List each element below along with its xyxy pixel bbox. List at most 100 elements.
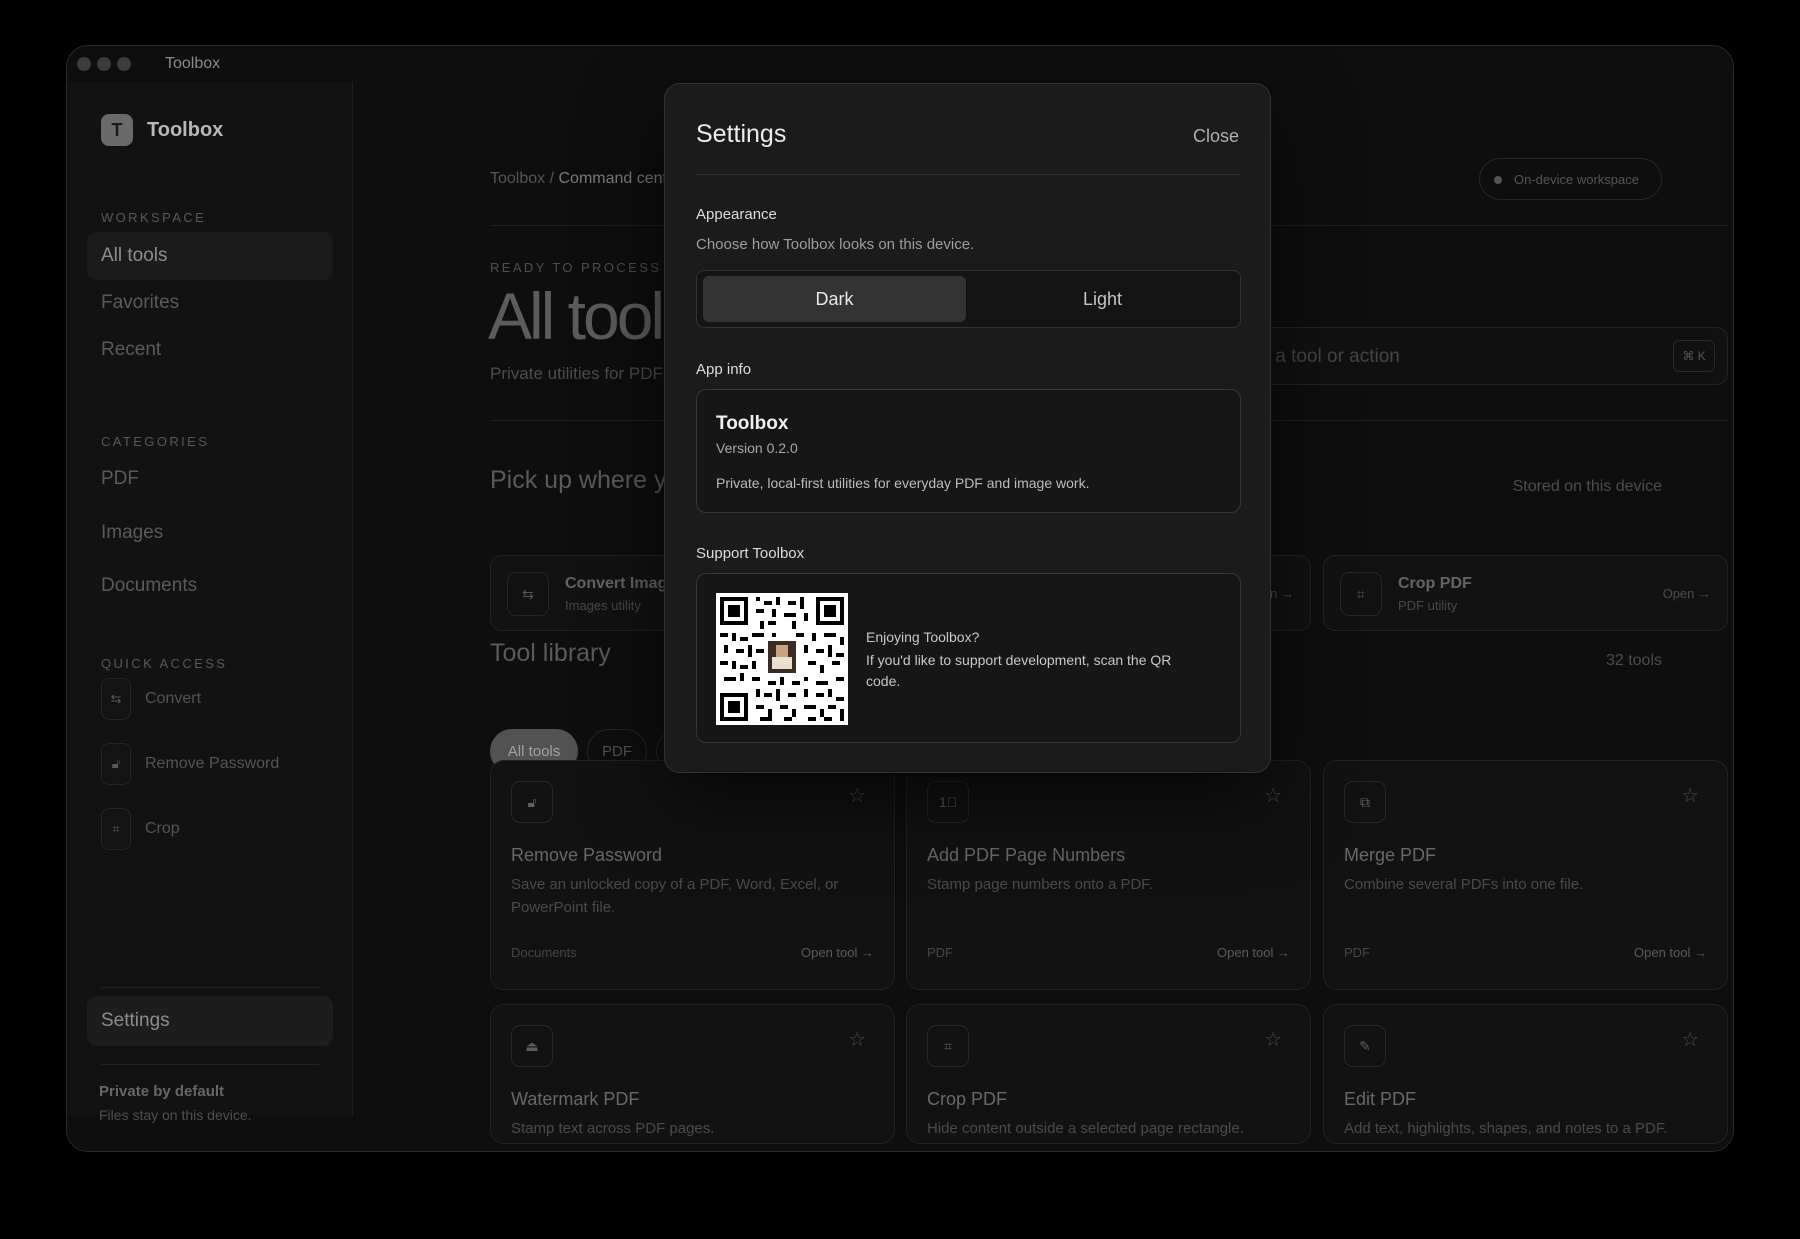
convert-icon: ⇆: [101, 678, 131, 720]
tool-card-merge-pdf[interactable]: ⧉ ☆ Merge PDF Combine several PDFs into …: [1323, 760, 1728, 990]
tool-card-watermark-pdf[interactable]: ⏏ ☆ Watermark PDF Stamp text across PDF …: [490, 1004, 895, 1144]
page-title: All tools: [488, 279, 695, 353]
minimize-window-button[interactable]: [97, 57, 111, 71]
tool-card-crop-pdf[interactable]: ⌗ ☆ Crop PDF Hide content outside a sele…: [906, 1004, 1311, 1144]
library-section-title: Tool library: [490, 639, 611, 667]
sidebar-item-images[interactable]: Images: [87, 509, 333, 557]
close-button[interactable]: Close: [1193, 126, 1239, 147]
privacy-title: Private by default: [99, 1083, 225, 1100]
window-title: Toolbox: [165, 55, 221, 72]
sidebar-item-documents[interactable]: Documents: [87, 562, 333, 610]
tool-card-description: Stamp text across PDF pages.: [511, 1120, 715, 1137]
crop-icon: ⌗: [101, 808, 131, 850]
appearance-label: Appearance: [696, 206, 777, 223]
convert-icon: ⇆: [507, 572, 549, 616]
quick-item-remove-password[interactable]: 🔓︎ Remove Password: [101, 743, 279, 785]
theme-option-dark[interactable]: Dark: [703, 276, 966, 322]
workspace-pill-label: On-device workspace: [1514, 171, 1639, 187]
recent-card-crop-pdf[interactable]: ⌗ Crop PDF PDF utility Open →: [1323, 555, 1728, 631]
tool-card-edit-pdf[interactable]: ✎ ☆ Edit PDF Add text, highlights, shape…: [1323, 1004, 1728, 1144]
quick-item-crop[interactable]: ⌗ Crop: [101, 808, 180, 850]
breadcrumb-current: Command cent: [558, 170, 668, 187]
recent-card-subtitle: Images utility: [565, 598, 641, 613]
close-window-button[interactable]: [77, 57, 91, 71]
theme-option-light[interactable]: Light: [971, 276, 1234, 322]
brand-logo: T: [101, 114, 133, 146]
app-name: Toolbox: [716, 413, 789, 434]
tool-card-open-link[interactable]: Open tool →: [1634, 945, 1707, 960]
recent-card-title: Convert Imag: [565, 575, 668, 592]
support-card: Enjoying Toolbox? If you'd like to suppo…: [696, 573, 1241, 743]
recent-card-open-link[interactable]: n →: [1270, 586, 1294, 601]
tool-card-title: Merge PDF: [1344, 845, 1437, 865]
recent-section-title: Pick up where y: [490, 466, 667, 494]
appearance-subtitle: Choose how Toolbox looks on this device.: [696, 236, 975, 253]
app-version: Version 0.2.0: [716, 440, 798, 456]
breadcrumb: Toolbox / Command cent: [490, 170, 667, 188]
favorite-star-icon[interactable]: ☆: [848, 783, 866, 808]
app-window: Toolbox T Toolbox WORKSPACE All tools Fa…: [66, 45, 1734, 1152]
favorite-star-icon[interactable]: ☆: [1264, 783, 1282, 808]
theme-segmented-control: Dark Light: [696, 270, 1241, 328]
breadcrumb-separator: /: [545, 170, 559, 187]
tool-card-title: Remove Password: [511, 845, 663, 865]
app-info-card: Toolbox Version 0.2.0 Private, local-fir…: [696, 389, 1241, 513]
tool-card-description: Stamp page numbers onto a PDF.: [927, 876, 1153, 893]
tool-card-title: Crop PDF: [927, 1089, 1008, 1109]
favorite-star-icon[interactable]: ☆: [848, 1027, 866, 1052]
recent-card-open-link[interactable]: Open →: [1663, 586, 1711, 601]
status-dot-icon: [1494, 176, 1502, 184]
modal-divider: [696, 174, 1241, 175]
recent-card-subtitle: PDF utility: [1398, 598, 1458, 613]
app-info-label: App info: [696, 361, 752, 378]
support-title: Enjoying Toolbox?: [866, 629, 980, 645]
workspace-section-label: WORKSPACE: [101, 210, 207, 225]
app-description: Private, local-first utilities for every…: [716, 475, 1090, 491]
sidebar-divider: [101, 987, 319, 988]
tool-card-add-page-numbers[interactable]: 1⃓ ☆ Add PDF Page Numbers Stamp page num…: [906, 760, 1311, 990]
tool-card-description: Hide content outside a selected page rec…: [927, 1120, 1244, 1137]
favorite-star-icon[interactable]: ☆: [1681, 1027, 1699, 1052]
favorite-star-icon[interactable]: ☆: [1264, 1027, 1282, 1052]
sidebar-item-favorites[interactable]: Favorites: [87, 279, 333, 327]
sidebar-divider: [101, 1064, 319, 1065]
shortcut-badge: ⌘ K: [1673, 340, 1715, 372]
sidebar-item-pdf[interactable]: PDF: [87, 455, 333, 503]
crop-icon: ⌗: [927, 1025, 969, 1067]
categories-section-label: CATEGORIES: [101, 434, 210, 449]
sidebar-item-settings[interactable]: Settings: [87, 996, 333, 1046]
search-field[interactable]: Find a tool or action ⌘ K: [1220, 327, 1728, 385]
tool-card-title: Watermark PDF: [511, 1089, 640, 1109]
privacy-subtitle: Files stay on this device.: [99, 1107, 252, 1123]
tool-card-open-link[interactable]: Open tool →: [1217, 945, 1290, 960]
unlock-icon: 🔓︎: [511, 781, 553, 823]
brand-name: Toolbox: [147, 118, 224, 141]
tool-card-category: Documents: [511, 945, 577, 960]
support-label: Support Toolbox: [696, 545, 805, 562]
tool-card-category: PDF: [927, 945, 953, 960]
sidebar-item-all-tools[interactable]: All tools: [87, 232, 333, 280]
tool-card-remove-password[interactable]: 🔓︎ ☆ Remove Password Save an unlocked co…: [490, 760, 895, 990]
crop-icon: ⌗: [1340, 572, 1382, 616]
titlebar: Toolbox: [67, 46, 1733, 82]
page-subtitle: Private utilities for PDFs: [490, 364, 672, 383]
edit-document-icon: ✎: [1344, 1025, 1386, 1067]
brand: T Toolbox: [101, 114, 223, 146]
zoom-window-button[interactable]: [117, 57, 131, 71]
favorite-star-icon[interactable]: ☆: [1681, 783, 1699, 808]
quick-item-label: Convert: [145, 690, 202, 707]
sidebar-item-recent[interactable]: Recent: [87, 326, 333, 374]
merge-icon: ⧉: [1344, 781, 1386, 823]
tool-card-title: Add PDF Page Numbers: [927, 845, 1126, 865]
recent-storage-note: Stored on this device: [1512, 478, 1662, 495]
quick-item-convert[interactable]: ⇆ Convert: [101, 678, 201, 720]
support-text: If you'd like to support development, sc…: [866, 652, 1172, 689]
library-count: 32 tools: [1605, 652, 1662, 669]
tool-card-description: Combine several PDFs into one file.: [1344, 876, 1584, 893]
tool-card-description: Save an unlocked copy of a PDF, Word, Ex…: [511, 876, 839, 916]
tool-card-category: PDF: [1344, 945, 1370, 960]
qr-code-icon: [716, 593, 848, 725]
breadcrumb-root[interactable]: Toolbox: [490, 170, 545, 187]
tool-card-open-link[interactable]: Open tool →: [801, 945, 874, 960]
modal-title: Settings: [696, 120, 787, 148]
